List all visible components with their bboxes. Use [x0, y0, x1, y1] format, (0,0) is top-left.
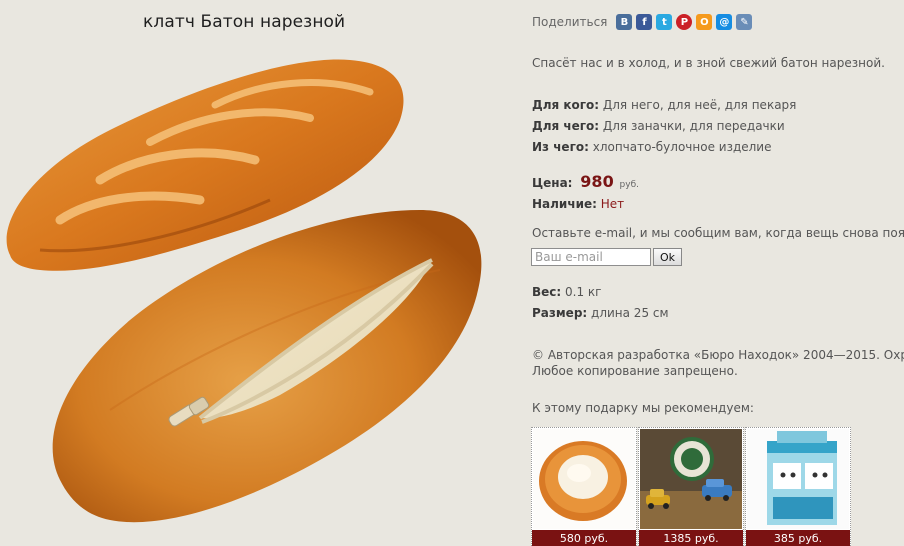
price-label: Цена:: [532, 176, 573, 190]
mail-icon[interactable]: @: [716, 14, 733, 30]
cars-thumbnail: [640, 429, 742, 529]
product-dimensions: Вес: 0.1 кг Размер: длина 25 см: [532, 282, 669, 324]
product-intro: Спасёт нас и в холод, и в зной свежий ба…: [532, 56, 885, 70]
recommend-price: 385 руб.: [746, 530, 850, 546]
pinterest-icon[interactable]: P: [676, 14, 693, 30]
recommend-price: 580 руб.: [532, 530, 636, 546]
share-label: Поделиться: [532, 15, 608, 29]
recommend-title: К этому подарку мы рекомендуем:: [532, 401, 754, 415]
weight-row: Вес: 0.1 кг: [532, 282, 669, 303]
prop-label: Для кого:: [532, 98, 600, 112]
product-page: клатч Батон нарезной Поделиться B f t P …: [0, 0, 904, 546]
size-row: Размер: длина 25 см: [532, 303, 669, 324]
recommend-card[interactable]: 580 руб.: [531, 427, 637, 546]
product-photo[interactable]: [0, 50, 500, 546]
weight-label: Вес:: [532, 285, 562, 299]
notify-text: Оставьте e-mail, и мы сообщим вам, когда…: [532, 226, 904, 240]
size-value: длина 25 см: [591, 306, 669, 320]
prop-label: Для чего:: [532, 119, 600, 133]
prop-for-whom: Для кого: Для него, для неё, для пекаря: [532, 95, 796, 116]
size-label: Размер:: [532, 306, 588, 320]
recommend-card[interactable]: 1385 руб.: [638, 427, 744, 546]
product-properties: Для кого: Для него, для неё, для пекаря …: [532, 95, 796, 158]
product-title: клатч Батон нарезной: [143, 12, 346, 32]
share-bar: Поделиться B f t P О @ ✎: [532, 14, 753, 30]
availability-label: Наличие:: [532, 197, 597, 211]
prop-label: Из чего:: [532, 140, 589, 154]
weight-value: 0.1 кг: [565, 285, 602, 299]
price-unit: руб.: [619, 180, 639, 190]
facebook-icon[interactable]: f: [636, 14, 653, 30]
bun-thumbnail: [533, 429, 635, 529]
prop-value: Для него, для неё, для пекаря: [602, 98, 797, 112]
prop-made-of: Из чего: хлопчато-булочное изделие: [532, 137, 796, 158]
prop-value: хлопчато-булочное изделие: [592, 140, 772, 154]
recommendations: 580 руб. 1385 руб. 385 руб.: [531, 427, 851, 546]
livejournal-icon[interactable]: ✎: [736, 14, 753, 30]
price: Цена: 980 руб.: [532, 172, 639, 191]
price-value: 980: [580, 172, 614, 191]
ok-button[interactable]: Ok: [653, 248, 683, 266]
availability-value: Нет: [600, 197, 625, 211]
twitter-icon[interactable]: t: [656, 14, 673, 30]
odnoklassniki-icon[interactable]: О: [696, 14, 713, 30]
recommend-card[interactable]: 385 руб.: [745, 427, 851, 546]
prop-value: Для заначки, для передачки: [602, 119, 785, 133]
milk-carton-thumbnail: [747, 429, 849, 529]
email-field[interactable]: [531, 248, 651, 266]
notify-form: Ok: [531, 248, 683, 266]
prop-for-what: Для чего: Для заначки, для передачки: [532, 116, 796, 137]
vk-icon[interactable]: B: [616, 14, 633, 30]
copyright-line: © Авторская разработка «Бюро Находок» 20…: [532, 348, 904, 362]
recommend-price: 1385 руб.: [639, 530, 743, 546]
availability: Наличие: Нет: [532, 197, 624, 211]
copyright-line: Любое копирование запрещено.: [532, 364, 738, 378]
copyright-notice: © Авторская разработка «Бюро Находок» 20…: [532, 347, 904, 379]
